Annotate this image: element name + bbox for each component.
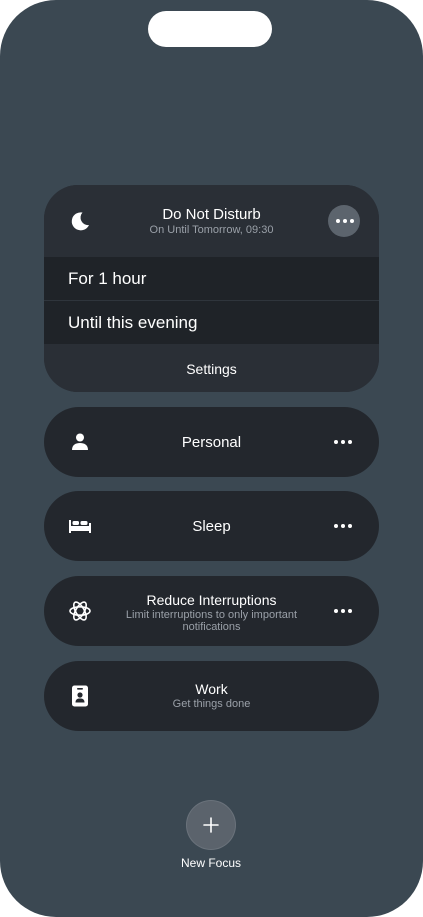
dnd-option-label: For 1 hour	[68, 269, 147, 288]
dnd-settings-button[interactable]: Settings	[44, 344, 379, 392]
settings-label: Settings	[186, 361, 237, 377]
bed-icon	[69, 520, 91, 533]
focus-personal[interactable]: Personal	[44, 407, 379, 477]
badge-icon	[72, 685, 88, 707]
focus-title: Reduce Interruptions	[146, 592, 277, 608]
reduce-interruptions-icon	[69, 601, 91, 621]
do-not-disturb-header[interactable]: Do Not Disturb On Until Tomorrow, 09:30	[44, 185, 379, 257]
focus-title: Personal	[181, 434, 242, 451]
dnd-more-button[interactable]	[328, 205, 360, 237]
sleep-more-button[interactable]	[334, 524, 352, 528]
focus-sleep[interactable]: Sleep	[44, 491, 379, 561]
focus-work[interactable]: Work Get things done	[44, 661, 379, 731]
focus-screen: Do Not Disturb On Until Tomorrow, 09:30 …	[0, 0, 423, 917]
new-focus-label: New Focus	[180, 856, 242, 870]
focus-title: Sleep	[192, 518, 231, 535]
ellipsis-icon	[336, 219, 354, 223]
personal-more-button[interactable]	[334, 440, 352, 444]
new-focus-button[interactable]	[187, 801, 235, 849]
focus-subtitle: Get things done	[172, 698, 251, 710]
person-icon	[72, 433, 88, 450]
moon-icon	[71, 212, 89, 231]
dnd-subtitle: On Until Tomorrow, 09:30	[149, 224, 274, 236]
reduce-interruptions-more-button[interactable]	[334, 609, 352, 613]
dnd-option-label: Until this evening	[68, 313, 198, 332]
focus-title: Work	[195, 681, 228, 697]
dnd-title: Do Not Disturb	[162, 206, 261, 223]
focus-subtitle: Limit interruptions to only important no…	[125, 609, 298, 633]
dnd-option-until-evening[interactable]: Until this evening	[44, 301, 379, 344]
dynamic-island	[148, 11, 272, 47]
do-not-disturb-card[interactable]: Do Not Disturb On Until Tomorrow, 09:30 …	[44, 185, 379, 392]
dnd-option-1-hour[interactable]: For 1 hour	[44, 257, 379, 300]
focus-reduce-interruptions[interactable]: Reduce Interruptions Limit interruptions…	[44, 576, 379, 646]
plus-icon	[203, 817, 219, 833]
